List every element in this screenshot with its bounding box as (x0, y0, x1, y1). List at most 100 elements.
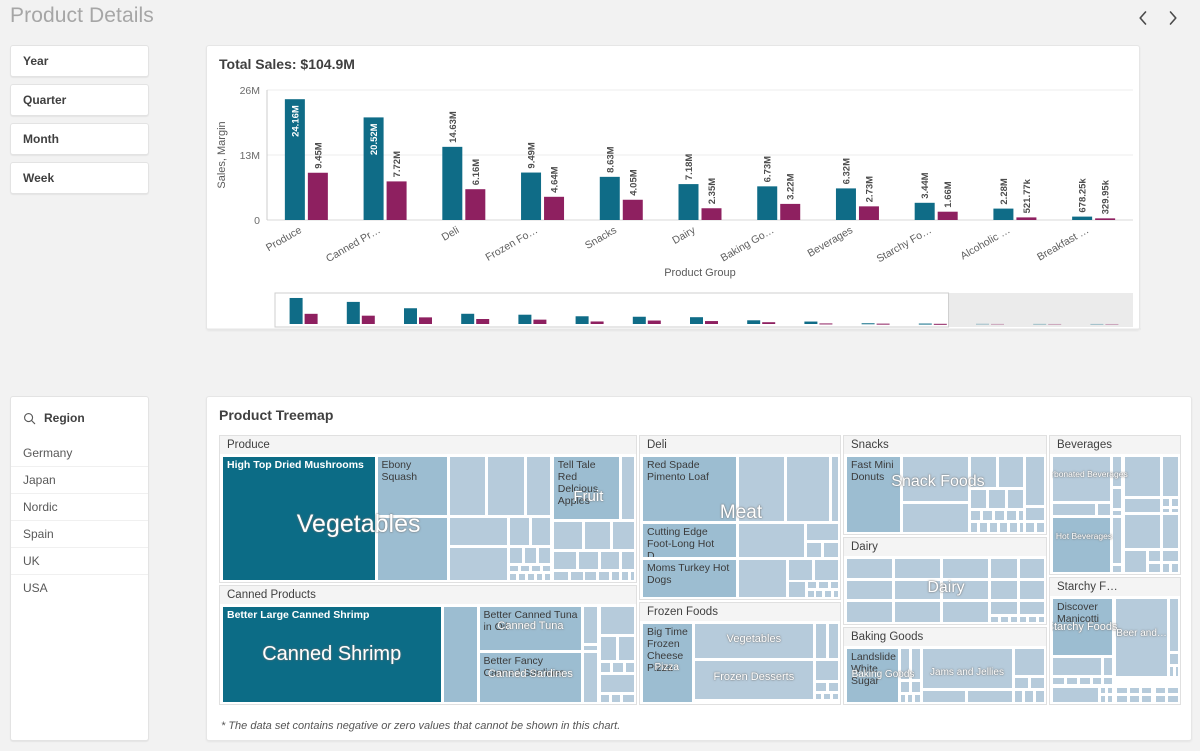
treemap-tile[interactable] (830, 581, 838, 590)
treemap-tile[interactable] (1141, 686, 1152, 695)
treemap-tile[interactable] (990, 579, 1018, 601)
treemap-tile[interactable] (997, 456, 1025, 488)
treemap-tile[interactable] (806, 590, 815, 597)
treemap-tile[interactable]: Red Spade Pimento Loaf (642, 456, 738, 523)
treemap-tile[interactable]: High Top Dried Mushrooms (222, 456, 376, 580)
treemap-tile[interactable] (1103, 656, 1114, 677)
treemap-tile[interactable] (582, 645, 599, 652)
treemap-tile[interactable] (942, 558, 990, 579)
treemap-tile[interactable] (1107, 695, 1114, 702)
bar-sales[interactable] (442, 146, 463, 220)
minimap-selection-window[interactable] (274, 292, 950, 328)
region-item[interactable]: Germany (11, 439, 148, 466)
treemap-tile[interactable] (524, 547, 537, 564)
treemap-tile[interactable] (600, 606, 634, 635)
treemap-tile[interactable] (611, 694, 622, 702)
treemap-tile[interactable] (1052, 456, 1112, 502)
bar-sales[interactable] (521, 172, 542, 220)
treemap-tile[interactable] (1123, 456, 1161, 498)
bar-sales[interactable] (993, 208, 1014, 220)
treemap-tile[interactable]: Ebony Squash (376, 456, 448, 517)
treemap-tile[interactable] (1025, 507, 1044, 521)
treemap-tile[interactable] (805, 541, 823, 559)
treemap-tile[interactable]: Tell Tale Red Delcious Apples (552, 456, 621, 520)
treemap-tile[interactable] (969, 489, 988, 509)
filter-pane-month[interactable]: Month (10, 123, 149, 155)
treemap-tile[interactable] (618, 635, 634, 661)
treemap-tile[interactable] (621, 456, 634, 520)
treemap-tile[interactable] (600, 550, 621, 571)
treemap-tile[interactable] (1036, 522, 1044, 532)
treemap-tile[interactable] (1171, 562, 1178, 572)
treemap-tile[interactable] (1161, 507, 1171, 513)
treemap-tile[interactable] (990, 558, 1018, 579)
treemap-tile[interactable] (738, 523, 805, 559)
treemap-tile[interactable] (1128, 686, 1141, 695)
treemap-tile[interactable] (814, 692, 823, 701)
treemap-tile[interactable] (537, 547, 551, 564)
treemap-tile[interactable] (1099, 686, 1107, 695)
treemap-tile[interactable] (999, 615, 1009, 622)
treemap-group[interactable]: Frozen Foods Big Time Frozen Cheese Pizza… (639, 602, 841, 705)
treemap-tile[interactable] (598, 571, 611, 580)
treemap-tile[interactable] (531, 564, 541, 573)
treemap-tile[interactable] (509, 564, 520, 573)
bar-margin[interactable] (1016, 217, 1037, 220)
treemap-plot[interactable]: Produce High Top Dried Mushrooms Ebony Squ… (219, 435, 1181, 707)
bar-margin[interactable] (465, 189, 486, 220)
treemap-tile[interactable] (448, 517, 509, 547)
treemap-tile[interactable] (1038, 615, 1044, 622)
bar-sales[interactable] (757, 186, 778, 220)
treemap-tile[interactable] (899, 693, 906, 702)
treemap-group[interactable]: Produce High Top Dried Mushrooms Ebony Squ… (219, 435, 637, 583)
treemap-tile[interactable] (577, 550, 600, 571)
bar-margin[interactable] (1095, 218, 1116, 220)
treemap-tile[interactable] (1171, 498, 1178, 507)
treemap-tile[interactable] (584, 571, 598, 580)
treemap-tile[interactable] (738, 456, 786, 523)
treemap-tile[interactable] (693, 660, 814, 701)
treemap-tile[interactable] (1025, 522, 1036, 532)
treemap-tile[interactable] (814, 701, 838, 702)
treemap-tile[interactable] (899, 680, 910, 693)
treemap-tile[interactable] (582, 652, 599, 702)
treemap-group[interactable]: Beverages Carbonated BeveragesHot Beverag… (1049, 435, 1181, 575)
treemap-group[interactable]: Dairy Dairy (843, 537, 1047, 625)
treemap-tile[interactable] (814, 682, 828, 692)
nav-prev-button[interactable] (1130, 5, 1156, 31)
treemap-tile[interactable] (1123, 550, 1148, 572)
treemap-tile[interactable] (1148, 562, 1161, 572)
treemap-tile[interactable] (969, 456, 997, 488)
treemap-tile[interactable] (1161, 562, 1171, 572)
bar-margin[interactable] (544, 196, 565, 220)
treemap-tile[interactable] (448, 456, 487, 517)
treemap-tile[interactable] (1018, 601, 1044, 615)
treemap-tile[interactable] (1018, 522, 1025, 532)
region-item[interactable]: Japan (11, 466, 148, 493)
treemap-tile[interactable] (979, 522, 989, 532)
treemap-tile[interactable] (552, 571, 569, 580)
treemap-tile[interactable]: Discover Manicotti (1052, 598, 1114, 656)
region-item[interactable]: USA (11, 574, 148, 601)
treemap-tile[interactable] (786, 456, 831, 523)
treemap-tile[interactable] (612, 520, 634, 550)
treemap-tile[interactable] (630, 571, 634, 580)
treemap-tile[interactable] (1013, 648, 1044, 676)
treemap-tile[interactable] (583, 520, 612, 550)
treemap-tile[interactable] (376, 517, 448, 580)
treemap-tile[interactable] (774, 701, 814, 702)
treemap-tile[interactable] (541, 564, 551, 573)
treemap-tile[interactable] (815, 590, 824, 597)
treemap-tile[interactable] (1148, 550, 1161, 562)
treemap-tile[interactable] (1006, 489, 1025, 509)
treemap-tile[interactable] (1115, 598, 1169, 678)
treemap-tile[interactable] (1018, 579, 1044, 601)
treemap-tile[interactable] (942, 601, 990, 622)
treemap-tile[interactable] (1079, 677, 1091, 685)
treemap-tile[interactable] (1112, 456, 1122, 488)
treemap-tile[interactable] (894, 579, 942, 601)
treemap-tile[interactable] (899, 648, 910, 680)
treemap-tile[interactable] (906, 693, 913, 702)
treemap-tile[interactable] (910, 648, 921, 680)
treemap-tile[interactable] (913, 693, 921, 702)
